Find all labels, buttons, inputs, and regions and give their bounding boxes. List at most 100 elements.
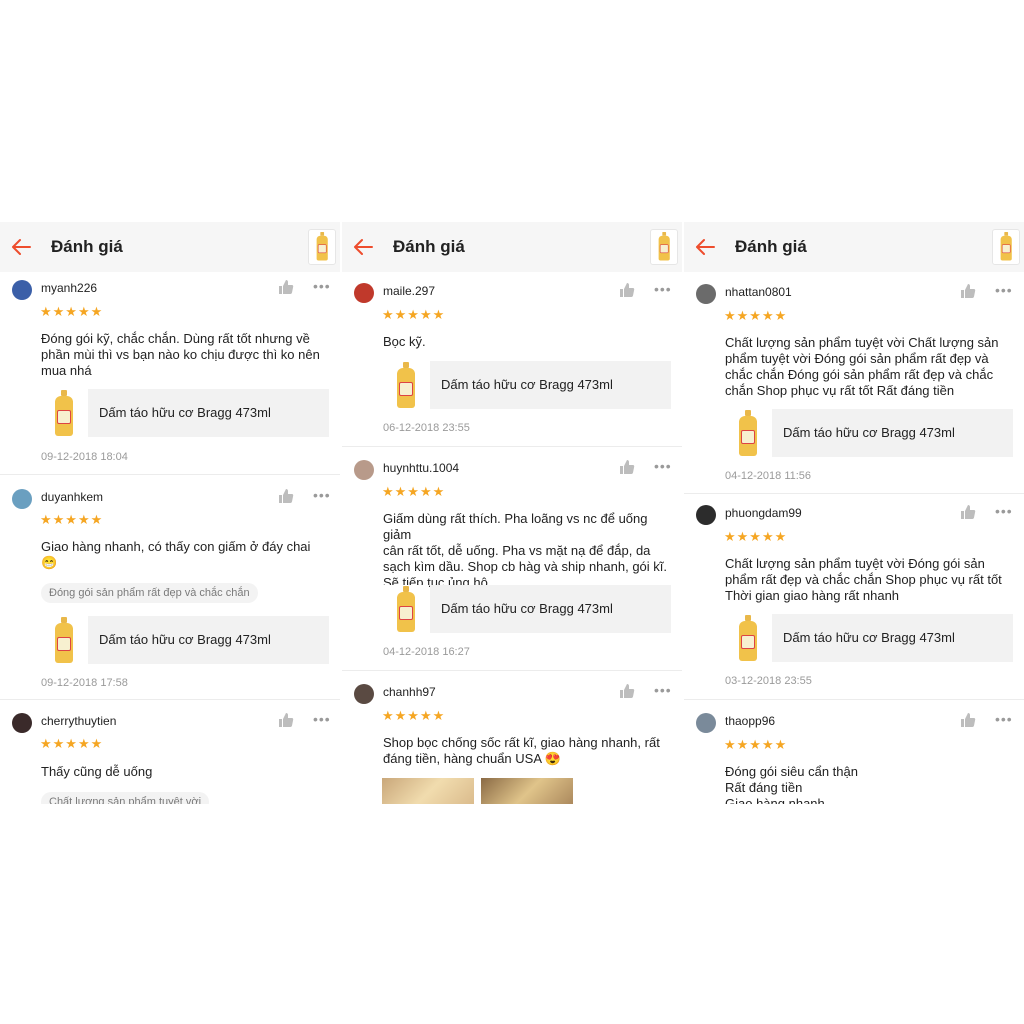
review-text: Giao hàng nhanh, có thấy con giấm ở đáy …	[41, 539, 311, 570]
thumbs-up-icon[interactable]	[278, 488, 294, 504]
divider	[342, 446, 682, 447]
product-image	[41, 616, 87, 664]
star-rating: ★★★★★	[40, 736, 104, 751]
product-name: Dấm táo hữu cơ Bragg 473ml	[430, 361, 671, 409]
bottle-icon	[738, 615, 758, 661]
avatar[interactable]	[696, 284, 716, 304]
review-date: 03-12-2018 23:55	[725, 675, 812, 687]
review-photo[interactable]	[382, 778, 474, 804]
star-rating: ★★★★★	[382, 484, 446, 499]
review-date: 09-12-2018 17:58	[41, 677, 128, 689]
username[interactable]: chanhh97	[383, 685, 436, 699]
product-card[interactable]: Dấm táo hữu cơ Bragg 473ml	[383, 361, 671, 409]
more-options-icon[interactable]: •••	[995, 503, 1013, 519]
star-rating: ★★★★★	[382, 307, 446, 322]
back-arrow-icon[interactable]	[352, 236, 374, 258]
review-text: Thấy cũng dễ uống	[41, 764, 153, 779]
product-thumbnail[interactable]	[992, 229, 1020, 265]
username[interactable]: phuongdam99	[725, 506, 802, 520]
username[interactable]: cherrythuytien	[41, 714, 116, 728]
star-rating: ★★★★★	[40, 512, 104, 527]
product-name: Dấm táo hữu cơ Bragg 473ml	[772, 614, 1013, 662]
avatar[interactable]	[12, 713, 32, 733]
more-options-icon[interactable]: •••	[654, 682, 672, 698]
review-date: 06-12-2018 23:55	[383, 422, 470, 434]
product-card[interactable]: Dấm táo hữu cơ Bragg 473ml	[41, 616, 329, 664]
star-rating: ★★★★★	[382, 708, 446, 723]
review-photo[interactable]	[481, 778, 573, 804]
review-panel-3: Đánh giá nhattan0801 ••• ★★★★★ Chất lượn…	[684, 222, 1024, 804]
more-options-icon[interactable]: •••	[313, 487, 331, 503]
product-image	[383, 361, 429, 409]
divider	[342, 670, 682, 671]
review-date: 04-12-2018 16:27	[383, 646, 470, 658]
avatar[interactable]	[354, 684, 374, 704]
bottle-icon	[54, 617, 74, 663]
product-image	[41, 389, 87, 437]
thumbs-up-icon[interactable]	[619, 683, 635, 699]
thumbs-up-icon[interactable]	[960, 504, 976, 520]
divider	[684, 493, 1024, 494]
username[interactable]: nhattan0801	[725, 285, 792, 299]
star-rating: ★★★★★	[724, 737, 788, 752]
bottle-icon	[396, 362, 416, 408]
review-panel-2: Đánh giá maile.297 ••• ★★★★★ Bọc kỹ. Dấm…	[342, 222, 682, 804]
product-thumbnail[interactable]	[650, 229, 678, 265]
header-bar: Đánh giá	[342, 222, 682, 272]
review-text: Đóng gói kỹ, chắc chắn. Dùng rất tốt như…	[41, 331, 320, 378]
review-text: Giấm dùng rất thích. Pha loãng vs nc để …	[383, 511, 668, 590]
review-text: Shop bọc chống sốc rất kĩ, giao hàng nha…	[383, 735, 660, 766]
avatar[interactable]	[354, 283, 374, 303]
review-date: 09-12-2018 18:04	[41, 451, 128, 463]
more-options-icon[interactable]: •••	[995, 711, 1013, 727]
bottle-icon	[54, 390, 74, 436]
product-thumbnail[interactable]	[308, 229, 336, 265]
bottle-icon	[658, 232, 670, 261]
thumbs-up-icon[interactable]	[960, 283, 976, 299]
more-options-icon[interactable]: •••	[995, 282, 1013, 298]
avatar[interactable]	[12, 280, 32, 300]
avatar[interactable]	[354, 460, 374, 480]
page-title: Đánh giá	[735, 237, 807, 256]
divider	[684, 699, 1024, 700]
more-options-icon[interactable]: •••	[313, 278, 331, 294]
username[interactable]: thaopp96	[725, 714, 775, 728]
review-text: Bọc kỹ.	[383, 334, 426, 349]
review-tag: Chất lượng sản phẩm tuyệt vời	[41, 792, 210, 804]
thumbs-up-icon[interactable]	[960, 712, 976, 728]
thumbs-up-icon[interactable]	[619, 282, 635, 298]
username[interactable]: huynhttu.1004	[383, 461, 459, 475]
star-rating: ★★★★★	[40, 304, 104, 319]
product-name: Dấm táo hữu cơ Bragg 473ml	[772, 409, 1013, 457]
username[interactable]: duyanhkem	[41, 490, 103, 504]
back-arrow-icon[interactable]	[694, 236, 716, 258]
product-card[interactable]: Dấm táo hữu cơ Bragg 473ml	[383, 585, 671, 633]
divider	[0, 699, 340, 700]
avatar[interactable]	[696, 505, 716, 525]
back-arrow-icon[interactable]	[10, 236, 32, 258]
bottle-icon	[316, 232, 328, 261]
thumbs-up-icon[interactable]	[619, 459, 635, 475]
header-bar: Đánh giá	[684, 222, 1024, 272]
bottle-icon	[738, 410, 758, 456]
product-card[interactable]: Dấm táo hữu cơ Bragg 473ml	[725, 614, 1013, 662]
review-text: Đóng gói siêu cẩn thận Rất đáng tiền Gia…	[725, 764, 858, 804]
product-image	[383, 585, 429, 633]
username[interactable]: maile.297	[383, 284, 435, 298]
bottle-icon	[1000, 232, 1012, 261]
thumbs-up-icon[interactable]	[278, 712, 294, 728]
product-name: Dấm táo hữu cơ Bragg 473ml	[88, 389, 329, 437]
avatar[interactable]	[696, 713, 716, 733]
review-date: 04-12-2018 11:56	[725, 470, 812, 482]
more-options-icon[interactable]: •••	[654, 281, 672, 297]
more-options-icon[interactable]: •••	[654, 458, 672, 474]
thumbs-up-icon[interactable]	[278, 279, 294, 295]
product-card[interactable]: Dấm táo hữu cơ Bragg 473ml	[725, 409, 1013, 457]
product-card[interactable]: Dấm táo hữu cơ Bragg 473ml	[41, 389, 329, 437]
product-name: Dấm táo hữu cơ Bragg 473ml	[430, 585, 671, 633]
review-text: Chất lượng sản phẩm tuyệt vời Chất lượng…	[725, 335, 999, 398]
header-bar: Đánh giá	[0, 222, 340, 272]
more-options-icon[interactable]: •••	[313, 711, 331, 727]
avatar[interactable]	[12, 489, 32, 509]
username[interactable]: myanh226	[41, 281, 97, 295]
